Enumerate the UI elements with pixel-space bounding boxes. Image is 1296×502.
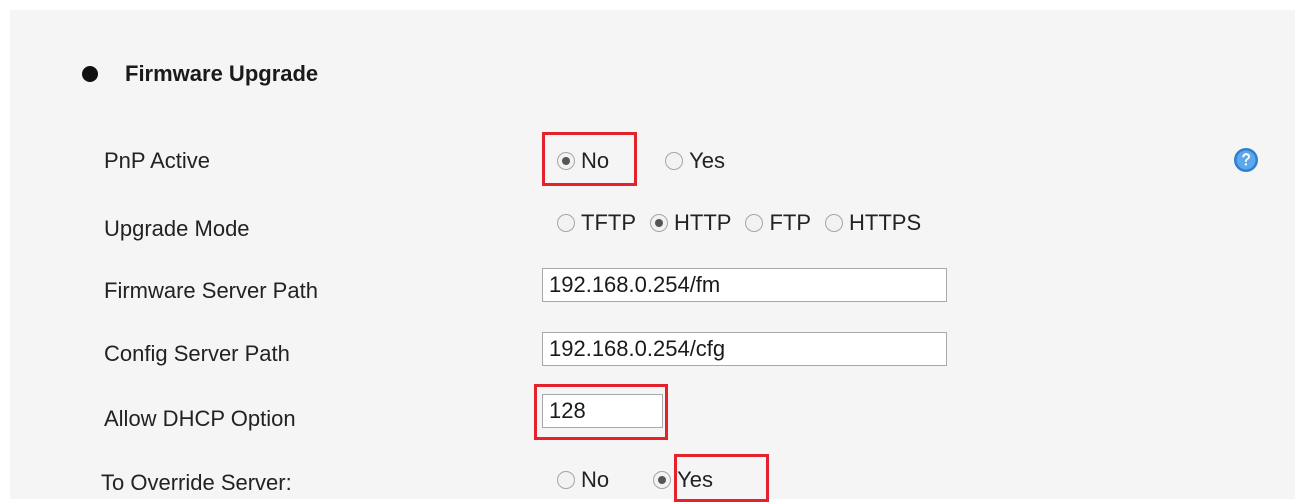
pnp-active-yes-radio[interactable]: Yes bbox=[665, 147, 725, 175]
firmware-server-path-input[interactable]: 192.168.0.254/fm bbox=[542, 268, 947, 302]
radio-checked-icon[interactable] bbox=[653, 471, 672, 489]
upgrade-mode-radio-group: TFTP HTTP FTP HTTPS bbox=[557, 209, 921, 237]
upgrade-mode-tftp-label: TFTP bbox=[581, 210, 636, 235]
radio-unchecked-icon[interactable] bbox=[557, 214, 575, 232]
to-override-server-no-label: No bbox=[581, 467, 610, 492]
config-server-path-input[interactable]: 192.168.0.254/cfg bbox=[542, 332, 947, 366]
allow-dhcp-option-highlight bbox=[534, 384, 668, 440]
radio-unchecked-icon[interactable] bbox=[745, 214, 764, 232]
radio-unchecked-icon[interactable] bbox=[557, 471, 575, 489]
upgrade-mode-label: Upgrade Mode bbox=[104, 216, 250, 241]
upgrade-mode-tftp-radio[interactable]: TFTP bbox=[557, 209, 636, 237]
to-override-server-yes-highlight bbox=[674, 454, 769, 502]
config-server-path-label: Config Server Path bbox=[104, 341, 290, 366]
to-override-server-no-radio[interactable]: No bbox=[557, 466, 609, 494]
radio-unchecked-icon[interactable] bbox=[825, 214, 844, 232]
upgrade-mode-https-radio[interactable]: HTTPS bbox=[825, 209, 921, 237]
radio-checked-icon[interactable] bbox=[650, 214, 668, 232]
radio-unchecked-icon[interactable] bbox=[665, 152, 684, 170]
upgrade-mode-http-radio[interactable]: HTTP bbox=[650, 209, 731, 237]
upgrade-mode-ftp-label: FTP bbox=[769, 210, 812, 235]
pnp-active-no-highlight bbox=[542, 132, 637, 186]
section-bullet-icon bbox=[82, 66, 98, 82]
upgrade-mode-https-label: HTTPS bbox=[849, 210, 922, 235]
upgrade-mode-http-label: HTTP bbox=[674, 210, 732, 235]
pnp-active-yes-label: Yes bbox=[689, 148, 726, 173]
question-help-icon[interactable] bbox=[1233, 147, 1259, 173]
pnp-active-label: PnP Active bbox=[104, 148, 210, 173]
firmware-server-path-label: Firmware Server Path bbox=[104, 278, 318, 303]
section-title: Firmware Upgrade bbox=[125, 61, 319, 86]
to-override-server-label: To Override Server: bbox=[101, 470, 292, 495]
upgrade-mode-ftp-radio[interactable]: FTP bbox=[745, 209, 811, 237]
allow-dhcp-option-label: Allow DHCP Option bbox=[104, 406, 296, 431]
